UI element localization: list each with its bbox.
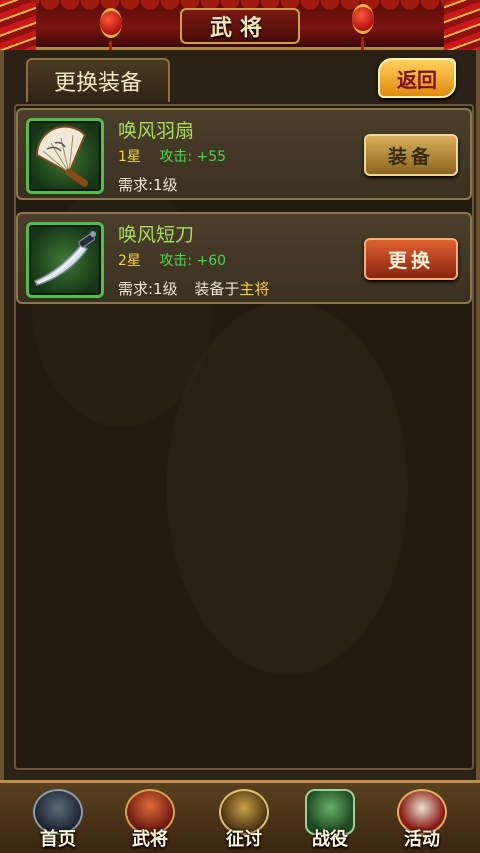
page-title: 武将 xyxy=(180,8,300,44)
nav-item-general[interactable]: 武将 xyxy=(110,787,190,853)
dagger-icon xyxy=(26,222,104,298)
replace-button[interactable]: 更换 xyxy=(364,238,458,280)
item-stars: 2星 xyxy=(118,253,141,269)
main-board: 更换装备 返回 唤风羽扇 1星 攻击: +55 需求:1级 装备 唤风短刀 2星… xyxy=(0,50,480,780)
nav-label: 战役 xyxy=(312,829,348,850)
item-stars: 1星 xyxy=(118,149,141,165)
nav-label: 征讨 xyxy=(226,829,262,850)
item-requirement: 需求:1级 xyxy=(118,280,178,298)
nav-label: 活动 xyxy=(404,829,440,850)
lantern-icon xyxy=(352,4,374,55)
equipped-on-name: 主将 xyxy=(239,280,270,298)
back-button[interactable]: 返回 xyxy=(378,58,456,98)
item-requirement-row: 需求:1级 xyxy=(118,174,178,195)
attack-value: +60 xyxy=(196,253,227,269)
equipment-list: 唤风羽扇 1星 攻击: +55 需求:1级 装备 唤风短刀 2星 攻击: +60… xyxy=(14,104,474,770)
top-header: 武将 xyxy=(0,0,480,62)
bottom-nav: 首页 武将 征讨 战役 活动 xyxy=(0,780,480,853)
lantern-icon xyxy=(100,8,122,59)
nav-item-home[interactable]: 首页 xyxy=(18,787,98,853)
nav-item-event[interactable]: 活动 xyxy=(382,787,462,853)
nav-label: 武将 xyxy=(132,829,168,850)
feather-fan-icon xyxy=(26,118,104,194)
item-name: 唤风短刀 xyxy=(118,224,195,246)
item-requirement-row: 需求:1级 装备于主将 xyxy=(118,278,269,299)
nav-label: 首页 xyxy=(40,829,76,850)
attack-value: +55 xyxy=(196,149,227,165)
item-requirement: 需求:1级 xyxy=(118,176,178,194)
nav-item-campaign[interactable]: 征讨 xyxy=(204,787,284,853)
list-item: 唤风羽扇 1星 攻击: +55 需求:1级 装备 xyxy=(16,108,472,200)
attack-label: 攻击: xyxy=(159,149,193,165)
attack-label: 攻击: xyxy=(159,253,193,269)
list-item: 唤风短刀 2星 攻击: +60 需求:1级 装备于主将 更换 xyxy=(16,212,472,304)
tab-change-equipment[interactable]: 更换装备 xyxy=(26,58,170,102)
nav-item-battle[interactable]: 战役 xyxy=(290,787,370,853)
item-stats: 2星 攻击: +60 xyxy=(118,250,226,270)
item-name: 唤风羽扇 xyxy=(118,120,195,142)
equipped-on-label: 装备于 xyxy=(194,280,240,298)
item-stats: 1星 攻击: +55 xyxy=(118,146,226,166)
equip-button[interactable]: 装备 xyxy=(364,134,458,176)
